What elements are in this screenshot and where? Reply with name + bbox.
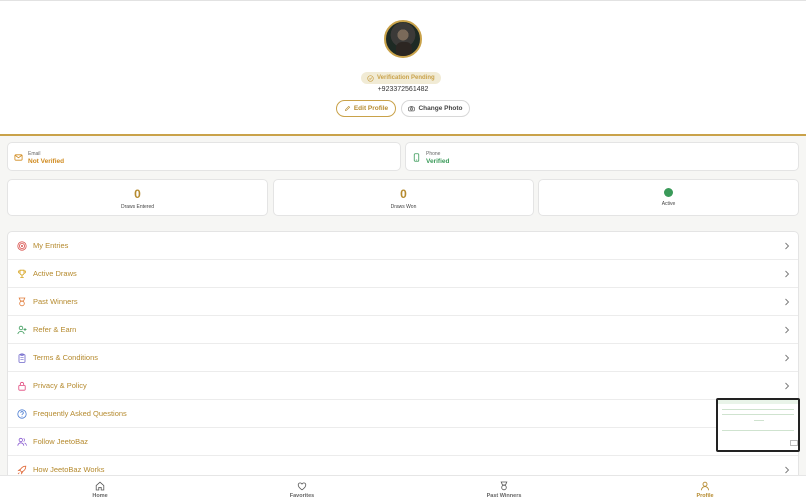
award-icon — [18, 297, 26, 307]
menu-item-active-draws[interactable]: Active Draws — [8, 260, 798, 288]
clipboard-icon — [18, 353, 26, 363]
picture-in-picture-preview[interactable] — [716, 398, 800, 452]
heart-icon — [297, 482, 307, 491]
tab-home[interactable]: Home — [70, 476, 130, 504]
phone-status: Verified — [426, 158, 450, 165]
camera-icon — [408, 106, 416, 112]
target-icon — [17, 241, 27, 251]
tab-label: Past Winners — [486, 493, 522, 499]
help-circle-icon — [17, 409, 27, 419]
menu-item-follow[interactable]: Follow JeetoBaz — [8, 428, 798, 456]
menu-item-terms-conditions[interactable]: Terms & Conditions — [8, 344, 798, 372]
chevron-right-icon — [785, 466, 790, 474]
account-status-card: Active — [538, 179, 799, 216]
profile-avatar[interactable] — [384, 20, 422, 58]
email-card[interactable]: Email Not Verified — [7, 142, 401, 171]
draws-entered-value: 0 — [134, 187, 141, 201]
chevron-right-icon — [785, 326, 790, 334]
edit-profile-button[interactable]: Edit Profile — [336, 100, 396, 117]
profile-menu: My Entries Active Draws Past Winners Ref… — [7, 231, 799, 481]
profile-header: Verification Pending +923372561482 Edit … — [0, 0, 806, 136]
draws-won-value: 0 — [400, 187, 407, 201]
menu-label: How JeetoBaz Works — [33, 465, 105, 474]
chevron-right-icon — [785, 270, 790, 278]
menu-label: Frequently Asked Questions — [33, 409, 127, 418]
tab-favorites[interactable]: Favorites — [272, 476, 332, 504]
menu-item-refer-earn[interactable]: Refer & Earn — [8, 316, 798, 344]
chevron-right-icon — [785, 382, 790, 390]
home-icon — [95, 481, 105, 491]
menu-item-faq[interactable]: Frequently Asked Questions — [8, 400, 798, 428]
shield-check-icon — [367, 74, 374, 82]
email-status: Not Verified — [28, 158, 65, 165]
trophy-icon — [17, 269, 27, 279]
menu-item-past-winners[interactable]: Past Winners — [8, 288, 798, 316]
account-status-label: Active — [661, 201, 676, 207]
draws-entered-card: 0 Draws Entered — [7, 179, 268, 216]
tab-profile[interactable]: Profile — [675, 476, 735, 504]
profile-phone-number: +923372561482 — [377, 86, 429, 93]
menu-label: Refer & Earn — [33, 325, 77, 334]
edit-profile-label: Edit Profile — [353, 105, 389, 112]
menu-item-privacy-policy[interactable]: Privacy & Policy — [8, 372, 798, 400]
tab-label: Profile — [696, 493, 714, 499]
menu-label: Active Draws — [33, 269, 77, 278]
menu-label: Past Winners — [33, 297, 78, 306]
tab-label: Home — [92, 493, 108, 499]
user-plus-icon — [17, 325, 27, 335]
verification-status: Verification Pending — [377, 75, 435, 81]
draws-won-card: 0 Draws Won — [273, 179, 534, 216]
smartphone-icon — [413, 153, 420, 162]
lock-icon — [18, 381, 26, 391]
menu-item-my-entries[interactable]: My Entries — [8, 232, 798, 260]
menu-label: Privacy & Policy — [33, 381, 87, 390]
change-photo-label: Change Photo — [418, 105, 463, 112]
rocket-icon — [17, 465, 27, 475]
verification-badge: Verification Pending — [361, 72, 441, 84]
phone-card[interactable]: Phone Verified — [405, 142, 799, 171]
menu-label: Follow JeetoBaz — [33, 437, 89, 446]
chevron-right-icon — [785, 354, 790, 362]
draws-entered-label: Draws Entered — [120, 204, 155, 210]
change-photo-button[interactable]: Change Photo — [401, 100, 470, 117]
status-indicator — [664, 188, 673, 197]
profile-screen: Verification Pending +923372561482 Edit … — [0, 0, 806, 504]
pencil-icon — [344, 105, 350, 111]
email-label: Email — [28, 151, 41, 157]
tab-past-winners[interactable]: Past Winners — [474, 476, 534, 504]
chevron-right-icon — [785, 298, 790, 306]
menu-label: My Entries — [33, 241, 69, 250]
phone-label: Phone — [426, 151, 441, 157]
bottom-tab-bar: Home Favorites Past Winners Profile — [0, 475, 806, 504]
users-icon — [17, 437, 27, 446]
tab-label: Favorites — [289, 493, 315, 499]
user-icon — [700, 481, 710, 491]
mail-icon — [14, 154, 23, 161]
draws-won-label: Draws Won — [390, 204, 417, 210]
chevron-right-icon — [785, 242, 790, 250]
menu-label: Terms & Conditions — [33, 353, 99, 362]
award-icon — [500, 481, 508, 491]
